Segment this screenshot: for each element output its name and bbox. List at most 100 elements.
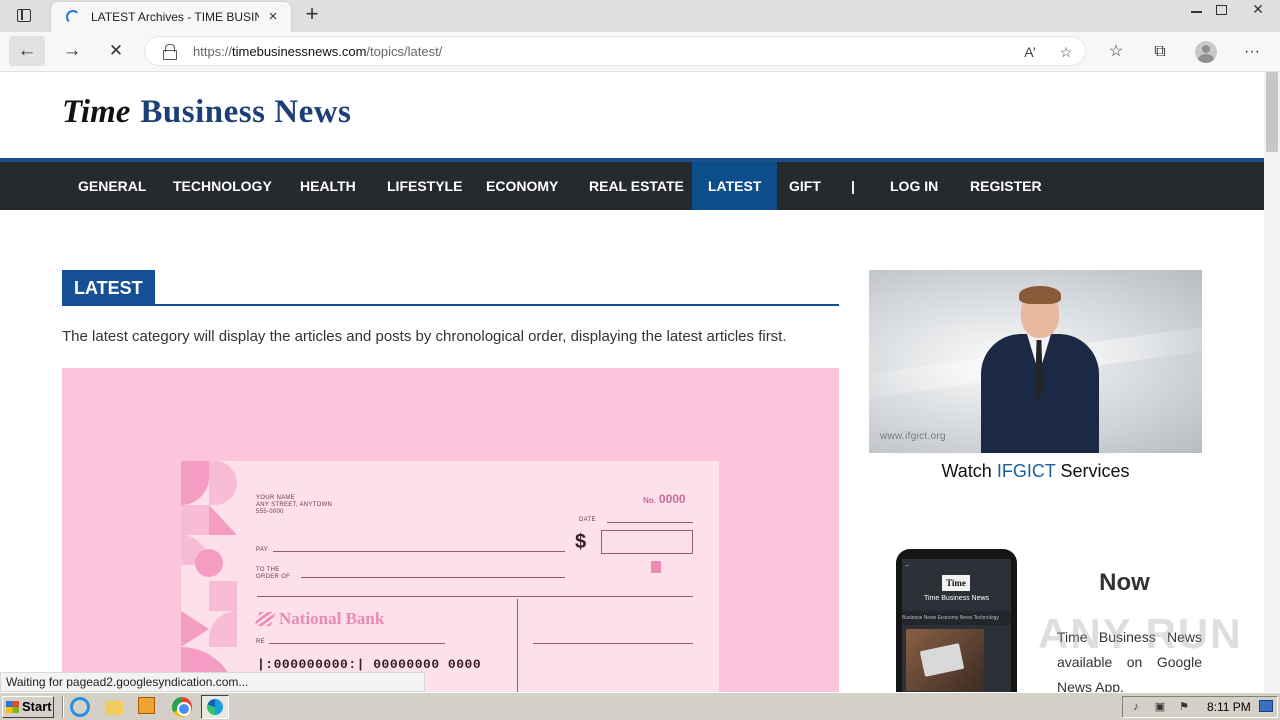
nav-item-lifestyle[interactable]: LIFESTYLE <box>371 162 478 210</box>
tab-actions-icon[interactable] <box>14 7 34 25</box>
video-caption[interactable]: Watch IFGICT Services <box>869 461 1202 482</box>
phone-topbar: ← <box>902 562 911 569</box>
nav-item-general[interactable]: GENERAL <box>62 162 162 210</box>
video-watermark: www.ifgict.org <box>880 431 946 442</box>
taskbar: Start ♪ ▣ ⚑ 8:11 PM <box>0 692 1280 720</box>
category-title: LATEST <box>62 270 155 306</box>
app-promo-heading: Now <box>1099 569 1150 596</box>
sidebar-video[interactable]: www.ifgict.org <box>869 270 1202 453</box>
nav-divider: | <box>851 178 855 194</box>
browser-tabstrip: LATEST Archives - TIME BUSINE × + ✕ <box>0 0 1280 32</box>
check-number: No. 0000 <box>643 492 686 506</box>
tab-title: LATEST Archives - TIME BUSINE <box>91 10 259 24</box>
browser-toolbar: ← → ✕ https://timebusinessnews.com/topic… <box>0 32 1280 72</box>
forward-button[interactable]: → <box>54 36 90 66</box>
check-re-label: RE <box>256 639 265 645</box>
window-close-icon[interactable]: ✕ <box>1240 1 1276 17</box>
show-desktop-icon[interactable] <box>1259 700 1273 712</box>
presenter-figure <box>979 284 1099 453</box>
back-button[interactable]: ← <box>9 36 45 66</box>
taskbar-separator <box>62 696 64 718</box>
phone-article-image <box>906 629 984 691</box>
internet-explorer-icon[interactable] <box>70 697 90 717</box>
check-divider <box>517 599 518 692</box>
url-path: /topics/latest/ <box>366 44 443 59</box>
file-explorer-icon[interactable] <box>105 701 123 715</box>
check-number-value: 0000 <box>658 492 686 506</box>
nav-item-health[interactable]: HEALTH <box>284 162 372 210</box>
address-bar[interactable]: https://timebusinessnews.com/topics/late… <box>144 36 1086 66</box>
phone-title: Time Business News <box>923 595 990 602</box>
check-amount-box <box>601 530 693 554</box>
windows-flag-icon <box>6 701 19 713</box>
profile-avatar[interactable] <box>1195 41 1217 63</box>
check-bank-name: National Bank <box>279 609 385 628</box>
check-name: YOUR NAME <box>256 495 296 501</box>
check-dollar-sign: $ <box>575 531 587 553</box>
check-phone: 555-0000 <box>256 509 284 515</box>
window-controls: ✕ <box>1180 0 1280 18</box>
check-order-label: ORDER OF <box>256 574 291 580</box>
scrollbar-thumb[interactable] <box>1266 72 1278 152</box>
read-aloud-icon[interactable]: A’ <box>1019 41 1041 63</box>
category-rule <box>62 304 839 306</box>
volume-icon[interactable]: ♪ <box>1129 700 1143 714</box>
nav-item-latest[interactable]: LATEST <box>692 162 778 210</box>
add-favorite-icon[interactable]: ☆ <box>1055 41 1077 63</box>
phone-logo: Time <box>942 575 970 591</box>
system-tray: ♪ ▣ ⚑ 8:11 PM <box>1122 696 1278 718</box>
check-number-label: No. <box>643 496 656 505</box>
check-street: ANY STREET, ANYTOWN <box>256 502 333 508</box>
main-nav: GENERAL TECHNOLOGY HEALTH LIFESTYLE ECON… <box>0 162 1264 210</box>
more-menu-icon[interactable]: ··· <box>1240 40 1264 64</box>
check-pay-label: PAY <box>256 547 269 553</box>
url-prefix: https:// <box>193 44 233 59</box>
browser-tab-active[interactable]: LATEST Archives - TIME BUSINE × <box>51 2 291 32</box>
url-text[interactable]: https://timebusinessnews.com/topics/late… <box>193 44 442 59</box>
bank-logo-icon <box>254 612 276 626</box>
chrome-icon[interactable] <box>172 697 192 717</box>
favorites-icon[interactable]: ☆ <box>1104 40 1128 64</box>
edge-icon[interactable] <box>201 695 229 719</box>
nav-item-economy[interactable]: ECONOMY <box>470 162 574 210</box>
caption-highlight: IFGICT <box>996 461 1056 481</box>
start-label: Start <box>22 699 52 714</box>
media-player-icon[interactable] <box>138 697 155 714</box>
logo-time: Time <box>62 94 131 130</box>
caption-suffix: Services <box>1055 461 1130 481</box>
new-tab-button[interactable]: + <box>300 3 324 27</box>
url-host: timebusinessnews.com <box>232 44 367 59</box>
nav-item-gift[interactable]: GIFT <box>773 162 837 210</box>
category-description: The latest category will display the art… <box>62 328 787 345</box>
web-page: Time Business News GENERAL TECHNOLOGY HEA… <box>0 72 1264 692</box>
clock[interactable]: 8:11 PM <box>1207 697 1251 717</box>
check-to-label: TO THE <box>256 567 280 573</box>
stop-loading-button[interactable]: ✕ <box>98 36 134 66</box>
minimize-icon[interactable] <box>1185 1 1209 17</box>
tab-close-icon[interactable]: × <box>263 7 283 27</box>
check-micr-line: |:000000000:| 00000000 0000 <box>257 657 482 672</box>
collections-icon[interactable]: ⧉ <box>1148 40 1172 64</box>
status-bubble: Waiting for pagead2.googlesyndication.co… <box>0 672 425 692</box>
featured-post-image[interactable]: YOUR NAME ANY STREET, ANYTOWN 555-0000 N… <box>62 368 839 692</box>
lock-icon[interactable] <box>163 44 177 60</box>
phone-tabs: Business News Economy News Technology <box>902 611 1011 625</box>
caption-prefix: Watch <box>941 461 997 481</box>
bank-check-illustration: YOUR NAME ANY STREET, ANYTOWN 555-0000 N… <box>181 461 719 692</box>
nav-item-log-in[interactable]: LOG IN <box>874 162 954 210</box>
page-scrollbar[interactable] <box>1264 72 1280 692</box>
check-date-label: DATE <box>579 517 596 523</box>
nav-item-technology[interactable]: TECHNOLOGY <box>157 162 288 210</box>
check-padlock-icon <box>651 561 661 573</box>
screen: LATEST Archives - TIME BUSINE × + ✕ ← → … <box>0 0 1280 720</box>
app-phone-image[interactable]: ← Time Time Business News Business News … <box>896 549 1017 692</box>
loading-spinner-icon <box>66 10 80 24</box>
maximize-icon[interactable] <box>1209 1 1233 17</box>
site-logo[interactable]: Time Business News <box>62 94 351 131</box>
action-center-flag-icon[interactable]: ⚑ <box>1177 700 1191 714</box>
network-icon[interactable]: ▣ <box>1153 700 1167 714</box>
anyrun-watermark: ANY RUN <box>1038 610 1243 657</box>
nav-item-real-estate[interactable]: REAL ESTATE <box>573 162 700 210</box>
nav-item-register[interactable]: REGISTER <box>954 162 1058 210</box>
start-button[interactable]: Start <box>2 696 54 718</box>
